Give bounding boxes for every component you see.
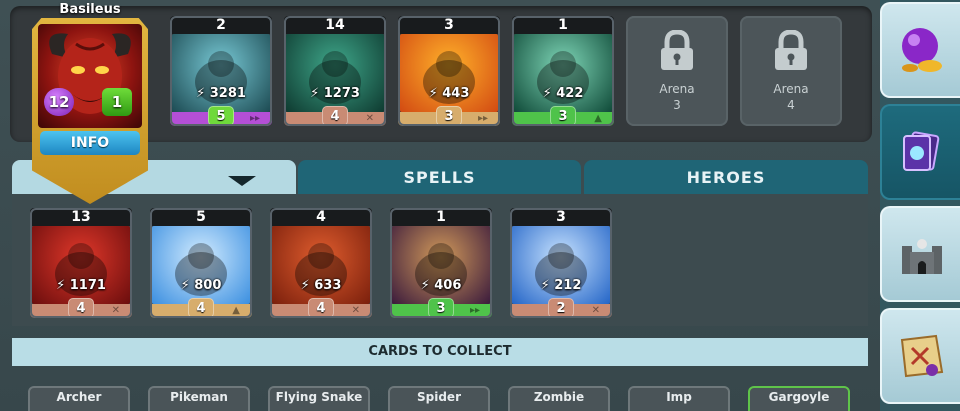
- collection-card[interactable]: 4 ⚡ 633 4 ✕: [270, 208, 372, 318]
- card-footer: 4 ✕: [270, 298, 372, 318]
- deck-card[interactable]: 3 ⚡ 443 3 ▸▸: [398, 16, 500, 126]
- swords-icon: ✕: [591, 305, 600, 316]
- card-level-badge: 4: [188, 298, 214, 318]
- card-level-badge: 4: [322, 106, 348, 126]
- collect-card[interactable]: Flying Snake: [268, 386, 370, 411]
- lock-icon: [661, 30, 693, 70]
- collection-card[interactable]: 1 ⚡ 406 3 ▸▸: [390, 208, 492, 318]
- collection-card[interactable]: 13 ⚡ 1171 4 ✕: [30, 208, 132, 318]
- cards-icon: [903, 131, 940, 171]
- card-count: 1: [390, 208, 492, 226]
- cards-to-collect-header: CARDS TO COLLECT: [12, 338, 868, 366]
- swords-icon: ✕: [365, 113, 374, 124]
- card-footer: 2 ✕: [510, 298, 612, 318]
- collect-card[interactable]: Imp: [628, 386, 730, 411]
- chevron-down-icon[interactable]: [228, 176, 256, 186]
- card-level-badge: 2: [548, 298, 574, 318]
- tab-spells[interactable]: SPELLS: [298, 160, 581, 194]
- shop-orb-icon: [902, 28, 942, 72]
- card-power: ⚡ 212: [540, 278, 582, 293]
- card-footer: 5 ▸▸: [170, 106, 272, 126]
- hero-stars-gem: 1: [102, 88, 132, 116]
- up-arrow-icon: ▲: [594, 113, 602, 124]
- card-power: ⚡ 1273: [310, 86, 360, 101]
- card-level-badge: 3: [428, 298, 454, 318]
- card-power: ⚡ 633: [300, 278, 342, 293]
- card-level-badge: 3: [550, 106, 576, 126]
- card-footer: 4 ▲: [150, 298, 252, 318]
- card-level-badge: 4: [68, 298, 94, 318]
- right-sidebar: [880, 0, 960, 411]
- card-power: ⚡ 406: [420, 278, 462, 293]
- card-power: ⚡ 3281: [196, 86, 246, 101]
- swords-icon: ✕: [111, 305, 120, 316]
- card-footer: 3 ▲: [512, 106, 614, 126]
- double-arrow-icon: ▸▸: [469, 305, 480, 316]
- shop-button[interactable]: [880, 2, 960, 98]
- hero-level-gem: 12: [44, 88, 74, 116]
- map-icon: [900, 334, 944, 378]
- card-power: ⚡ 422: [542, 86, 584, 101]
- castle-icon: [902, 239, 942, 274]
- map-button[interactable]: [880, 308, 960, 404]
- collect-card[interactable]: Archer: [28, 386, 130, 411]
- locked-slot-label: Arena: [773, 82, 809, 96]
- double-arrow-icon: ▸▸: [477, 113, 488, 124]
- double-arrow-icon: ▸▸: [249, 113, 260, 124]
- collect-card[interactable]: Gargoyle: [748, 386, 850, 411]
- card-footer: 3 ▸▸: [398, 106, 500, 126]
- card-footer: 4 ✕: [284, 106, 386, 126]
- card-footer: 4 ✕: [30, 298, 132, 318]
- card-count: 1: [512, 16, 614, 34]
- info-button[interactable]: INFO: [40, 131, 140, 155]
- card-count: 14: [284, 16, 386, 34]
- card-level-badge: 5: [208, 106, 234, 126]
- card-count: 4: [270, 208, 372, 226]
- card-level-badge: 3: [436, 106, 462, 126]
- swords-icon: ✕: [351, 305, 360, 316]
- deck-card[interactable]: 1 ⚡ 422 3 ▲: [512, 16, 614, 126]
- card-count: 2: [170, 16, 272, 34]
- card-count: 13: [30, 208, 132, 226]
- locked-slot-number: 3: [673, 98, 681, 112]
- collect-card[interactable]: Zombie: [508, 386, 610, 411]
- card-power: ⚡ 1171: [56, 278, 106, 293]
- locked-slot-number: 4: [787, 98, 795, 112]
- card-level-badge: 4: [308, 298, 334, 318]
- castle-button[interactable]: [880, 206, 960, 302]
- hero-name: Basileus: [59, 2, 121, 17]
- card-count: 3: [398, 16, 500, 34]
- card-power: ⚡ 800: [180, 278, 222, 293]
- locked-slot-arena-3: Arena 3: [626, 16, 728, 126]
- cards-button[interactable]: [880, 104, 960, 200]
- card-footer: 3 ▸▸: [390, 298, 492, 318]
- lock-icon: [775, 30, 807, 70]
- tab-heroes[interactable]: HEROES: [584, 160, 868, 194]
- deck-card[interactable]: 14 ⚡ 1273 4 ✕: [284, 16, 386, 126]
- card-count: 3: [510, 208, 612, 226]
- collection-card[interactable]: 5 ⚡ 800 4 ▲: [150, 208, 252, 318]
- up-arrow-icon: ▲: [232, 305, 240, 316]
- collect-card[interactable]: Pikeman: [148, 386, 250, 411]
- card-power: ⚡ 443: [428, 86, 470, 101]
- locked-slot-label: Arena: [659, 82, 695, 96]
- deck-card[interactable]: 2 ⚡ 3281 5 ▸▸: [170, 16, 272, 126]
- card-count: 5: [150, 208, 252, 226]
- collect-card[interactable]: Spider: [388, 386, 490, 411]
- collection-card[interactable]: 3 ⚡ 212 2 ✕: [510, 208, 612, 318]
- locked-slot-arena-4: Arena 4: [740, 16, 842, 126]
